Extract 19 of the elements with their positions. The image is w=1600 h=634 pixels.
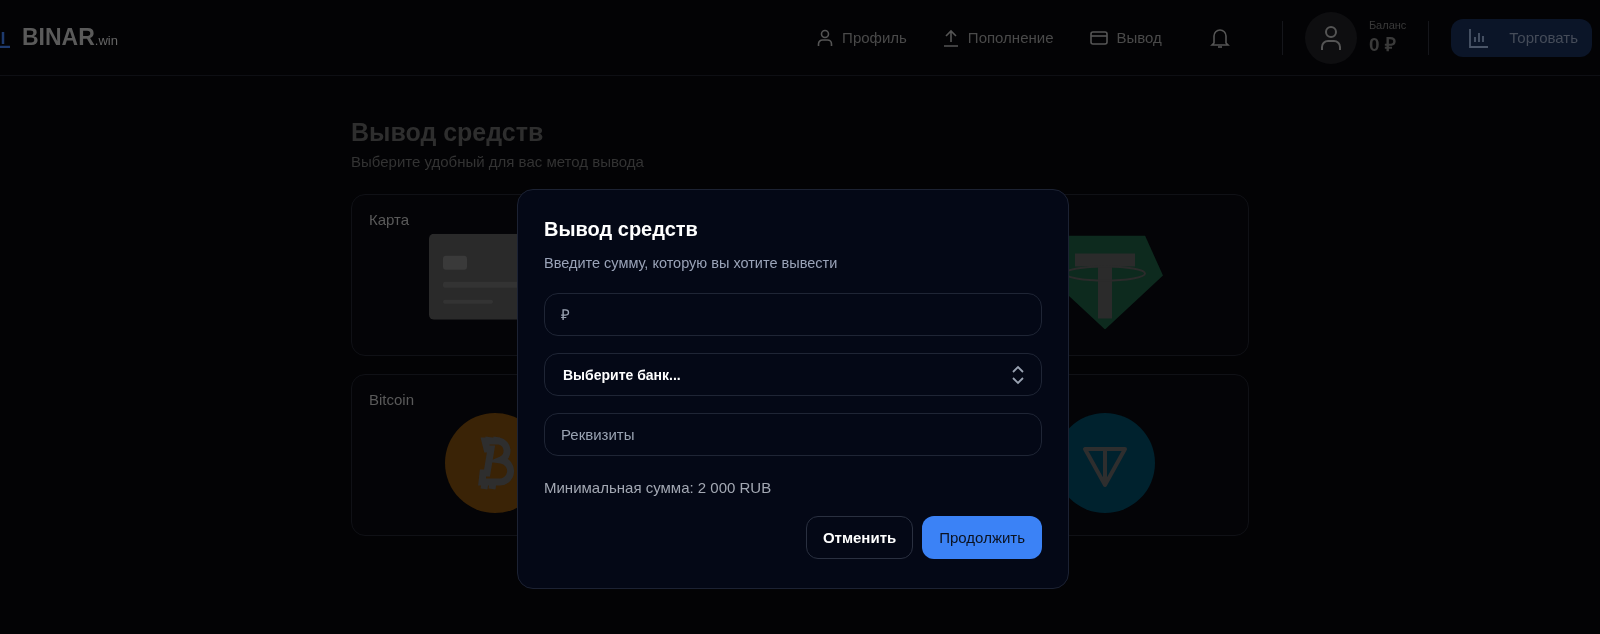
bank-select[interactable]: Выберите банк... (544, 353, 1042, 396)
chart-icon (1469, 27, 1490, 48)
continue-button[interactable]: Продолжить (922, 516, 1042, 559)
nav-link[interactable]: Вывод (1089, 29, 1162, 46)
details-field[interactable]: Реквизиты (544, 413, 1042, 456)
amount-field[interactable]: ₽ (544, 293, 1042, 336)
trade-button[interactable]: Торговать (1451, 18, 1592, 57)
nav-link[interactable]: Пополнение (942, 28, 1054, 47)
user-icon (817, 28, 834, 47)
method-label: Bitcoin (369, 391, 415, 408)
nav-link[interactable]: Профиль (817, 28, 907, 47)
cancel-button[interactable]: Отменить (805, 516, 914, 559)
bell-icon[interactable] (1209, 26, 1230, 49)
method-label: Карта (369, 211, 410, 228)
upload-icon (942, 28, 959, 47)
logo[interactable]: BINAR.win (22, 24, 118, 51)
card-icon (1089, 30, 1108, 45)
user-icon (1319, 24, 1342, 51)
chevron-up-down-icon (1011, 364, 1025, 385)
